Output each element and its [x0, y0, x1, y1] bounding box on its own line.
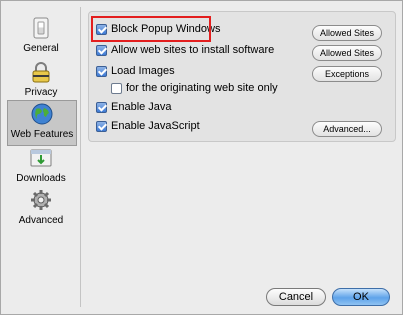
- light-switch-icon: [33, 17, 49, 39]
- install-software-checkbox[interactable]: [96, 44, 107, 56]
- lock-icon: [32, 62, 50, 83]
- load-images-checkbox[interactable]: [96, 65, 107, 77]
- sidebar-item-label: General: [23, 43, 59, 54]
- load-images-label: Load Images: [111, 65, 175, 77]
- enable-java-checkbox[interactable]: [96, 101, 107, 113]
- preferences-window: General Privacy Web Features Downloads A…: [0, 0, 403, 315]
- sidebar-item-advanced[interactable]: Advanced: [9, 187, 73, 231]
- load-images-option[interactable]: Load Images: [96, 63, 175, 79]
- advanced-button[interactable]: Advanced...: [312, 121, 382, 137]
- globe-icon: [31, 103, 53, 125]
- install-software-label: Allow web sites to install software: [111, 44, 275, 56]
- allowed-sites-popup-button[interactable]: Allowed Sites: [312, 25, 382, 41]
- enable-javascript-option[interactable]: Enable JavaScript: [96, 118, 200, 134]
- sidebar: General Privacy Web Features Downloads A…: [3, 7, 77, 237]
- originating-site-option[interactable]: for the originating web site only: [111, 80, 278, 96]
- sidebar-item-label: Web Features: [10, 129, 74, 140]
- sidebar-divider: [80, 7, 81, 307]
- sidebar-item-general[interactable]: General: [9, 15, 73, 59]
- sidebar-item-label: Privacy: [24, 87, 58, 98]
- originating-site-label: for the originating web site only: [126, 82, 278, 94]
- allowed-sites-install-button[interactable]: Allowed Sites: [312, 45, 382, 61]
- enable-java-label: Enable Java: [111, 101, 172, 113]
- download-window-icon: [30, 149, 52, 167]
- sidebar-item-label: Advanced: [18, 215, 64, 226]
- sidebar-item-label: Downloads: [16, 173, 66, 184]
- enable-javascript-label: Enable JavaScript: [111, 120, 200, 132]
- highlight-box: [91, 16, 211, 42]
- gear-icon: [31, 190, 51, 210]
- enable-javascript-checkbox[interactable]: [96, 120, 107, 132]
- ok-button[interactable]: OK: [332, 288, 390, 306]
- exceptions-button[interactable]: Exceptions: [312, 66, 382, 82]
- originating-site-checkbox[interactable]: [111, 82, 122, 94]
- sidebar-item-downloads[interactable]: Downloads: [9, 145, 73, 189]
- sidebar-item-web-features[interactable]: Web Features: [7, 100, 77, 146]
- cancel-button[interactable]: Cancel: [266, 288, 326, 306]
- sidebar-item-privacy[interactable]: Privacy: [9, 59, 73, 103]
- enable-java-option[interactable]: Enable Java: [96, 99, 172, 115]
- install-software-option[interactable]: Allow web sites to install software: [96, 42, 274, 58]
